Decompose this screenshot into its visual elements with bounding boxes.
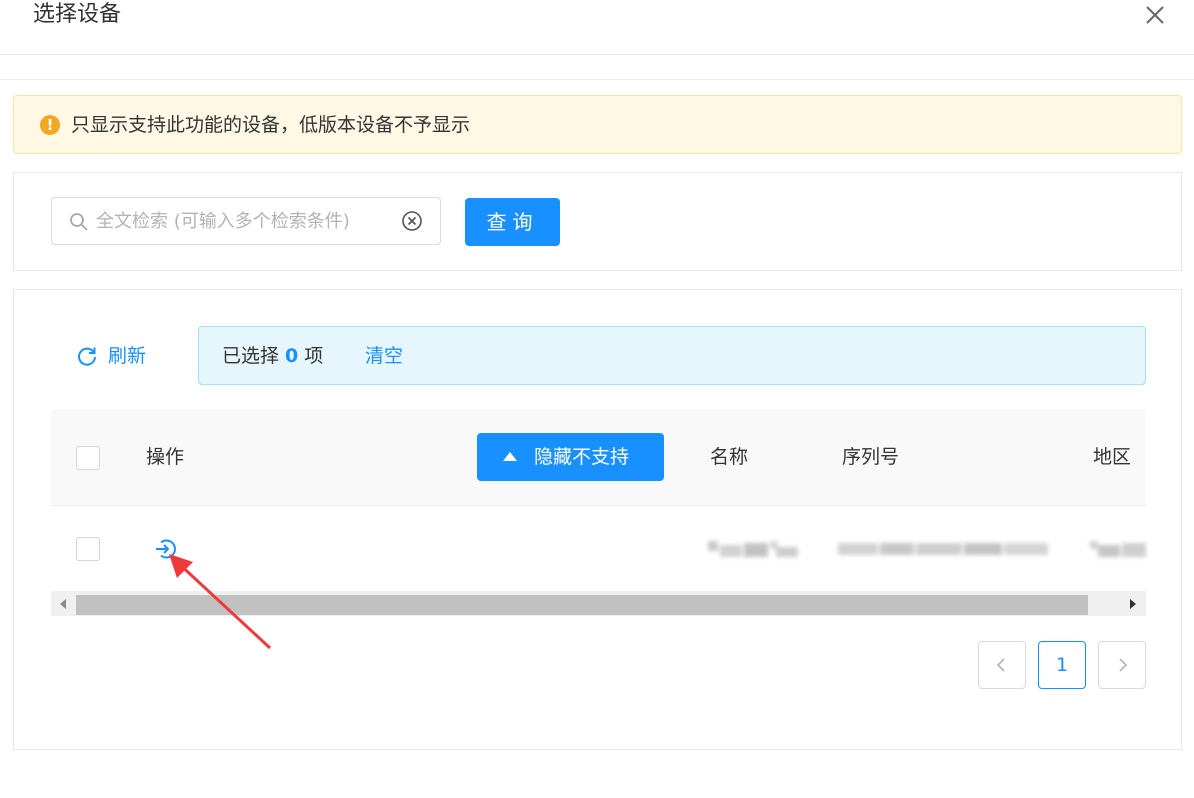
search-panel: 查询 [13,172,1182,271]
column-header-name[interactable]: 名称 [710,445,748,469]
dialog-title: 选择设备 [33,2,122,27]
select-device-dialog: 选择设备 ! 只显示支持此功能的设备，低版本设备不予显示 查询 [0,0,1194,798]
selection-prefix: 已选择 [222,345,280,367]
prev-page-button[interactable] [978,641,1026,689]
table-header: 操作 隐藏不支持 名称 序列号 地区 [51,409,1146,506]
warning-icon: ! [40,115,60,135]
caret-up-icon [503,452,517,461]
selection-suffix: 项 [304,345,324,367]
device-table-panel: 刷新 已选择 0 项 清空 操作 隐藏不支持 名称 序列号 地区 1 [13,289,1182,750]
scroll-left-icon[interactable] [60,599,66,609]
search-box [51,197,441,245]
scroll-right-icon[interactable] [1130,599,1136,609]
warning-alert: ! 只显示支持此功能的设备，低版本设备不予显示 [13,95,1182,154]
close-button[interactable] [1141,2,1169,30]
select-all-checkbox[interactable] [76,446,100,470]
column-header-region[interactable]: 地区 [1093,445,1131,469]
header-divider [0,79,1194,80]
next-page-button[interactable] [1098,641,1146,689]
row-checkbox[interactable] [76,537,100,561]
enter-icon[interactable] [153,537,177,561]
search-icon [70,213,88,231]
clear-search-icon[interactable] [401,210,423,232]
alert-text: 只显示支持此功能的设备，低版本设备不予显示 [71,114,471,136]
refresh-label: 刷新 [108,345,147,367]
horizontal-scrollbar[interactable] [51,591,1146,616]
clear-selection-link[interactable]: 清空 [365,344,403,368]
refresh-icon [78,347,96,366]
query-button[interactable]: 查询 [465,198,560,246]
search-input[interactable] [96,198,392,244]
dialog-header: 选择设备 [0,0,1194,55]
column-header-operation: 操作 [146,446,185,468]
column-header-serial[interactable]: 序列号 [842,445,899,469]
selection-text: 已选择 0 项 [222,344,323,368]
selection-count: 0 [285,345,299,367]
close-icon [1146,6,1164,24]
page-button-current[interactable]: 1 [1038,641,1086,689]
chevron-left-icon [996,658,1005,672]
table-row [51,506,1146,591]
selection-info-bar: 已选择 0 项 清空 [198,326,1146,385]
hide-unsupported-label: 隐藏不支持 [534,446,630,468]
hide-unsupported-button[interactable]: 隐藏不支持 [477,433,664,481]
chevron-right-icon [1119,658,1128,672]
row-name-redacted [708,541,798,557]
row-serial-redacted [838,543,1048,555]
row-region-redacted [1090,541,1146,557]
scrollbar-thumb[interactable] [76,595,1088,615]
